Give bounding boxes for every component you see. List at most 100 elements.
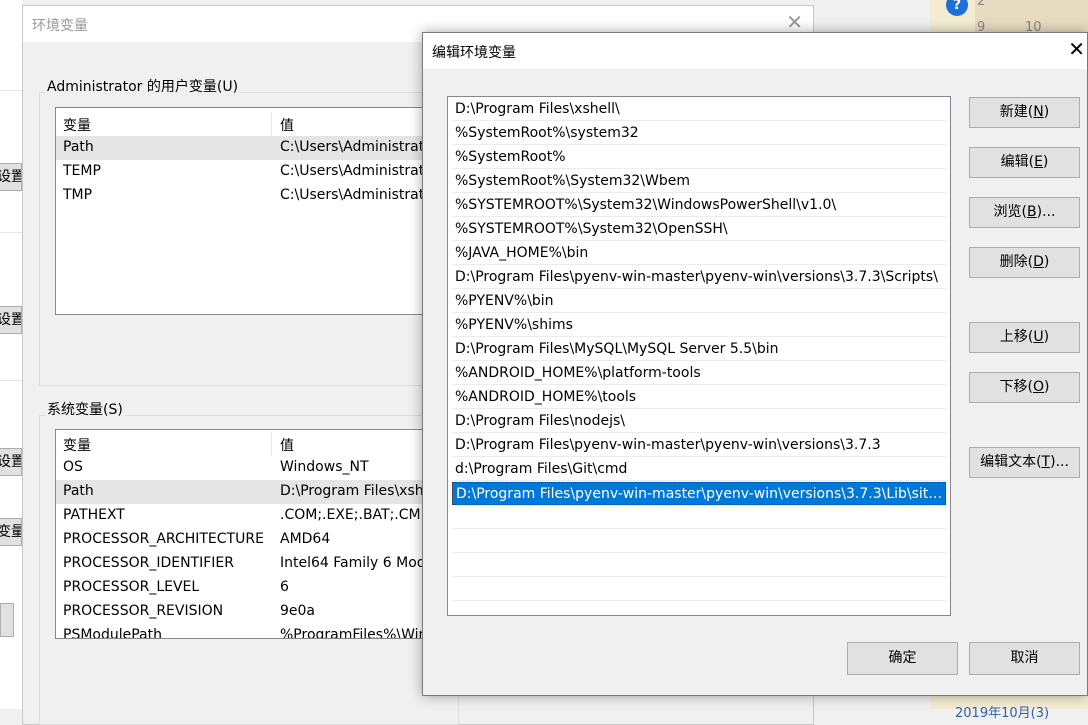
button-label: 编辑(: [1000, 154, 1035, 170]
background-settings-button[interactable]: 设置: [0, 306, 22, 334]
background-settings-button[interactable]: 设置: [0, 163, 22, 191]
list-header: 变量 值: [56, 112, 454, 136]
ok-button[interactable]: 确定: [847, 642, 958, 675]
divider: [0, 90, 22, 91]
button-label: 删除(: [999, 254, 1034, 270]
path-entry-selected[interactable]: D:\Program Files\pyenv-win-master\pyenv-…: [452, 482, 946, 505]
cancel-button[interactable]: 取消: [969, 642, 1080, 675]
path-entry[interactable]: D:\Program Files\pyenv-win-master\pyenv-…: [452, 266, 946, 289]
table-row[interactable]: PATHEXT .COM;.EXE;.BAT;.CMD: [56, 504, 454, 528]
table-row[interactable]: OS Windows_NT: [56, 456, 454, 480]
background-settings-button[interactable]: 设置: [0, 448, 22, 476]
button-label-end: )...: [1036, 204, 1056, 220]
accelerator-key: O: [1032, 379, 1045, 395]
table-row[interactable]: PROCESSOR_IDENTIFIER Intel64 Family 6 Mo…: [56, 552, 454, 576]
browse-button[interactable]: 浏览(B)...: [969, 197, 1080, 228]
variable-name: PROCESSOR_IDENTIFIER: [63, 555, 234, 571]
empty-row[interactable]: [452, 578, 946, 601]
table-row[interactable]: PROCESSOR_REVISION 9e0a: [56, 600, 454, 624]
divider: [0, 380, 22, 381]
user-variables-label: Administrator 的用户变量(U): [45, 76, 241, 96]
path-entry[interactable]: %SYSTEMROOT%\System32\WindowsPowerShell\…: [452, 194, 946, 217]
button-label-end: ): [1044, 379, 1050, 395]
edit-text-button[interactable]: 编辑文本(T)...: [969, 447, 1080, 478]
button-label-end: ): [1042, 154, 1049, 170]
close-icon[interactable]: ✕: [1068, 39, 1085, 59]
divider: [0, 232, 22, 233]
path-entry[interactable]: %SystemRoot%\System32\Wbem: [452, 170, 946, 193]
button-label-end: ): [1043, 254, 1050, 270]
close-icon[interactable]: ✕: [786, 12, 803, 32]
edit-button[interactable]: 编辑(E): [969, 147, 1080, 178]
path-entry[interactable]: %SYSTEMROOT%\System32\OpenSSH\: [452, 218, 946, 241]
variable-name: TEMP: [63, 163, 101, 179]
column-header-value[interactable]: 值: [280, 115, 294, 135]
system-variables-list[interactable]: 变量 值 OS Windows_NT Path D:\Program Files…: [55, 429, 455, 639]
button-label: 浏览(: [993, 204, 1028, 220]
variable-name: Path: [63, 139, 94, 155]
column-separator[interactable]: [271, 432, 272, 456]
empty-row[interactable]: [452, 554, 946, 577]
path-entry[interactable]: %ANDROID_HOME%\platform-tools: [452, 362, 946, 385]
path-entry[interactable]: D:\Program Files\pyenv-win-master\pyenv-…: [452, 434, 946, 457]
empty-row[interactable]: [452, 506, 946, 529]
variable-value: AMD64: [280, 531, 331, 547]
variable-value: Windows_NT: [280, 459, 369, 475]
column-separator[interactable]: [271, 112, 272, 136]
button-label: 上移(: [999, 329, 1034, 345]
table-row[interactable]: TMP C:\Users\Administrator: [56, 184, 454, 208]
path-entry[interactable]: %SystemRoot%\system32: [452, 122, 946, 145]
button-label-end: ): [1043, 329, 1050, 345]
archive-date-link[interactable]: 2019年10月(3): [955, 702, 1049, 721]
button-label-end: )...: [1050, 454, 1069, 470]
system-variables-label: 系统变量(S): [45, 399, 125, 419]
variable-name: PROCESSOR_ARCHITECTURE: [63, 531, 264, 547]
path-entry[interactable]: %JAVA_HOME%\bin: [452, 242, 946, 265]
variable-name: PATHEXT: [63, 507, 125, 523]
empty-row[interactable]: [452, 530, 946, 553]
table-row[interactable]: TEMP C:\Users\Administrator: [56, 160, 454, 184]
variable-name: PROCESSOR_LEVEL: [63, 579, 200, 595]
table-row[interactable]: Path D:\Program Files\xshell: [56, 480, 454, 504]
variable-name: PROCESSOR_REVISION: [63, 603, 224, 619]
table-row[interactable]: PROCESSOR_LEVEL 6: [56, 576, 454, 600]
path-entry[interactable]: d:\Program Files\Git\cmd: [452, 458, 946, 481]
new-button[interactable]: 新建(N): [969, 97, 1080, 128]
accelerator-key: T: [1041, 454, 1051, 470]
accelerator-key: E: [1034, 154, 1043, 170]
variable-value: D:\Program Files\xshell: [280, 483, 441, 499]
variable-value: C:\Users\Administrator: [280, 139, 439, 155]
path-entry[interactable]: D:\Program Files\xshell\: [452, 98, 946, 121]
user-variables-list[interactable]: 变量 值 Path C:\Users\Administrator TEMP C:…: [55, 107, 455, 315]
button-label-end: ): [1043, 104, 1050, 120]
move-up-button[interactable]: 上移(U): [969, 322, 1080, 353]
background-window-strip: 设置 设置 设置 变量: [0, 0, 22, 709]
accelerator-key: N: [1033, 104, 1044, 120]
variable-name: TMP: [63, 187, 93, 203]
background-button[interactable]: [0, 603, 14, 637]
variable-name: PSModulePath: [63, 627, 162, 639]
variable-value: 9e0a: [280, 603, 316, 619]
path-entry[interactable]: %PYENV%\shims: [452, 314, 946, 337]
accelerator-key: U: [1033, 329, 1044, 345]
move-down-button[interactable]: 下移(O): [969, 372, 1080, 403]
column-header-value[interactable]: 值: [280, 435, 294, 455]
variable-name: OS: [63, 459, 83, 475]
delete-button[interactable]: 删除(D): [969, 247, 1080, 278]
table-row[interactable]: PROCESSOR_ARCHITECTURE AMD64: [56, 528, 454, 552]
variable-value: .COM;.EXE;.BAT;.CMD: [280, 507, 432, 523]
background-variables-button[interactable]: 变量: [0, 518, 22, 546]
table-row[interactable]: Path C:\Users\Administrator: [56, 136, 454, 160]
path-entry[interactable]: D:\Program Files\MySQL\MySQL Server 5.5\…: [452, 338, 946, 361]
path-entries-list[interactable]: D:\Program Files\xshell\ %SystemRoot%\sys…: [447, 96, 951, 616]
column-header-variable[interactable]: 变量: [63, 435, 91, 455]
path-entry[interactable]: %ANDROID_HOME%\tools: [452, 386, 946, 409]
column-header-variable[interactable]: 变量: [63, 115, 91, 135]
variable-value: Intel64 Family 6 Model: [280, 555, 439, 571]
path-entry[interactable]: D:\Program Files\nodejs\: [452, 410, 946, 433]
path-entry[interactable]: %SystemRoot%: [452, 146, 946, 169]
button-label: 新建(: [999, 104, 1034, 120]
table-row[interactable]: PSModulePath %ProgramFiles%\WindowsPower…: [56, 624, 454, 639]
path-entry[interactable]: %PYENV%\bin: [452, 290, 946, 313]
accelerator-key: B: [1027, 204, 1037, 220]
